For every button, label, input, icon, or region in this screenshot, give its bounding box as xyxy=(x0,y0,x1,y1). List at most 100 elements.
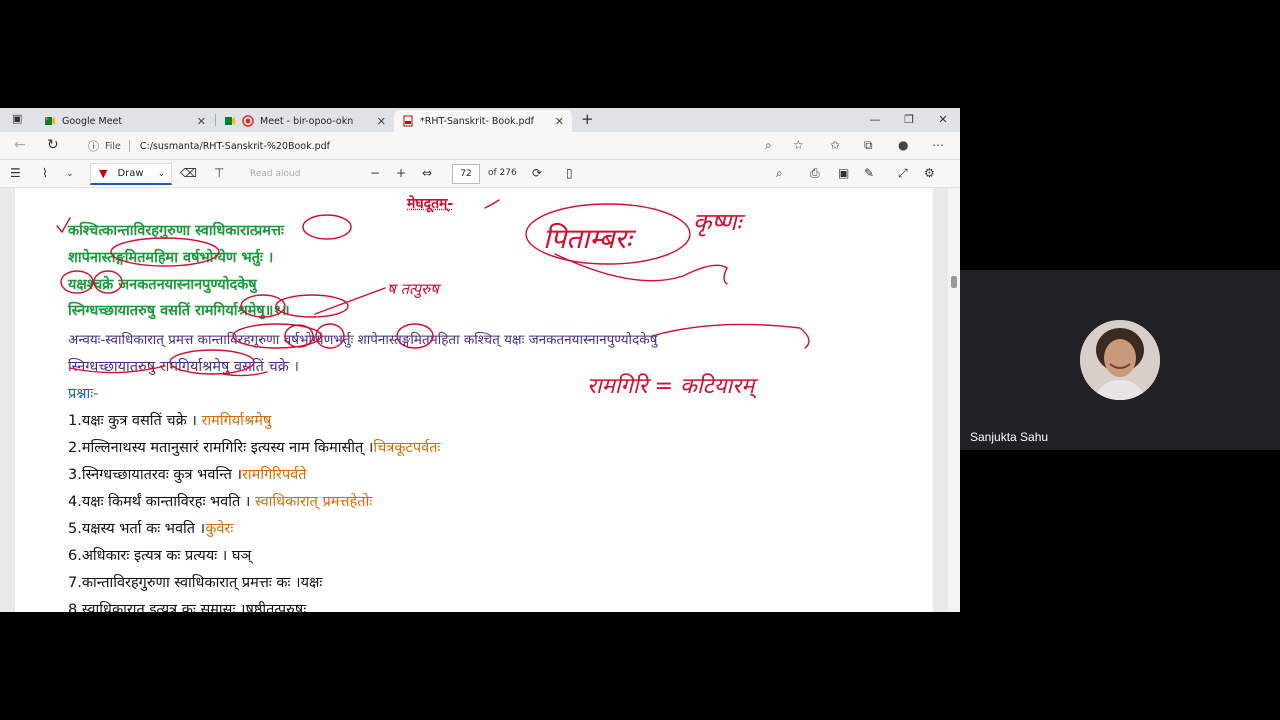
tab-label: Google Meet xyxy=(62,115,123,127)
chevron-down-icon[interactable]: ⌄ xyxy=(66,169,74,179)
draw-label: Draw xyxy=(117,168,144,179)
file-label: File xyxy=(105,140,121,152)
question-text: 8.स्वाधिकारात् इत्यत्र कः समासः ।षष्ठीतत… xyxy=(68,602,307,612)
window-controls: — ❐ ✕ xyxy=(858,108,960,132)
zoom-in-icon[interactable]: + xyxy=(396,166,406,180)
question-item: 2.मल्लिनाथस्य मतानुसारं रामगिरिः इत्यस्य… xyxy=(68,437,440,457)
anvaya-line: स्निग्धच्छायातरुषु रामगिर्याश्रमेषु वसति… xyxy=(68,359,299,375)
google-meet-icon xyxy=(44,115,56,127)
page-number-input[interactable]: 72 xyxy=(452,164,480,184)
handwritten-ramagiri: रामगिरि = कटियारम् xyxy=(587,373,758,399)
close-window-icon[interactable]: ✕ xyxy=(926,108,960,132)
answer-text: रामगिरिपर्वते xyxy=(241,467,307,483)
tab-bar: ▣ Google Meet ✕ Meet - bir-opoo-okn ✕ *R… xyxy=(0,108,960,132)
zoom-out-icon[interactable]: − xyxy=(370,166,380,180)
restore-icon[interactable]: ❐ xyxy=(892,108,926,132)
question-text: 3.स्निग्धच्छायातरवः कुत्र भवन्ति । xyxy=(68,467,242,483)
search-icon[interactable]: ⌕ xyxy=(776,166,783,181)
questions-heading: प्रश्नाः- xyxy=(68,386,99,402)
page-total: of 276 xyxy=(488,168,517,178)
add-favorite-icon[interactable]: ☆ xyxy=(793,138,804,152)
participant-name: Sanjukta Sahu xyxy=(970,430,1049,444)
url-text: C:/susmanta/RHT-Sanskrit-%20Book.pdf xyxy=(139,140,331,152)
verse-line: यक्षश्चक्रे जनकतनयास्नानपुण्योदकेषु xyxy=(68,277,257,293)
read-aloud-button[interactable]: Read aloud xyxy=(250,169,300,179)
more-icon[interactable]: ⋯ xyxy=(932,138,944,152)
close-icon[interactable]: ✕ xyxy=(555,115,564,128)
collections-icon[interactable]: ⧉ xyxy=(864,138,873,153)
new-tab-icon[interactable]: + xyxy=(581,110,594,128)
text-icon[interactable]: ⊤ xyxy=(214,166,224,180)
refresh-icon[interactable]: ↻ xyxy=(47,137,59,153)
question-item: 1.यक्षः कुत्र वसतिं चक्रे । रामगिर्याश्र… xyxy=(68,410,271,430)
avatar xyxy=(1080,320,1160,400)
tab-google-meet[interactable]: Google Meet ✕ xyxy=(36,110,214,132)
tab-actions-icon[interactable]: ▣ xyxy=(12,112,22,125)
eraser-icon[interactable]: ⌫ xyxy=(180,166,197,180)
answer-text: स्वाधिकारात् प्रमत्तहेतोः xyxy=(254,494,373,510)
tab-meet-call[interactable]: Meet - bir-opoo-okn ✕ xyxy=(216,110,394,132)
url-field[interactable]: ⓘ File C:/susmanta/RHT-Sanskrit-%20Book.… xyxy=(82,135,782,157)
handwritten-tatpurusha: ष तत्पुरुष xyxy=(387,280,442,299)
handwritten-pitambara: पिताम्बरः xyxy=(543,222,637,255)
question-item: 6.अधिकारः इत्यत्र कः प्रत्ययः । घञ् xyxy=(68,545,251,565)
settings-icon[interactable]: ⚙ xyxy=(924,166,935,180)
tab-label: *RHT-Sanskrit- Book.pdf xyxy=(420,115,534,127)
back-icon[interactable]: ← xyxy=(14,137,26,153)
question-text: 5.यक्षस्य भर्ता कः भवति । xyxy=(68,521,206,537)
pen-icon: ▼ xyxy=(99,167,108,180)
question-text: 4.यक्षः किमर्थं कान्ताविरहः भवति । xyxy=(68,494,255,510)
vertical-scrollbar[interactable] xyxy=(948,188,960,612)
zoom-icon[interactable]: ⌕ xyxy=(765,138,772,153)
chevron-down-icon[interactable]: ⌄ xyxy=(158,169,166,179)
pdf-icon xyxy=(402,115,414,127)
question-item: 8.स्वाधिकारात् इत्यत्र कः समासः ।षष्ठीतत… xyxy=(68,599,306,612)
close-icon[interactable]: ✕ xyxy=(197,115,206,128)
question-item: 3.स्निग्धच्छायातरवः कुत्र भवन्ति ।रामगिर… xyxy=(68,464,307,484)
fit-page-icon[interactable]: ⇔ xyxy=(422,166,432,180)
answer-text: चित्रकूटपर्वतः xyxy=(373,440,441,456)
rotate-icon[interactable]: ⟳ xyxy=(532,166,542,180)
draw-button[interactable]: ▼ Draw ⌄ xyxy=(90,163,172,185)
favorites-icon[interactable]: ✩ xyxy=(830,138,840,152)
tab-pdf[interactable]: *RHT-Sanskrit- Book.pdf ✕ xyxy=(394,110,572,132)
profile-icon[interactable]: ● xyxy=(898,138,908,152)
minimize-icon[interactable]: — xyxy=(858,108,892,132)
contents-icon[interactable]: ☰ xyxy=(10,166,21,180)
question-text: 7.कान्ताविरहगुरुणा स्वाधिकारात् प्रमत्तः… xyxy=(68,575,323,591)
verse-line: कश्चित्कान्ताविरहगुरुणा स्वाधिकारात्प्रम… xyxy=(68,223,284,239)
scrollbar-thumb[interactable] xyxy=(951,276,957,288)
question-text: 6.अधिकारः इत्यत्र कः प्रत्ययः । घञ् xyxy=(68,548,252,564)
participant-tile[interactable]: Sanjukta Sahu xyxy=(960,270,1280,450)
question-item: 4.यक्षः किमर्थं कान्ताविरहः भवति । स्वाध… xyxy=(68,491,372,511)
page-view-icon[interactable]: ▯ xyxy=(566,166,573,180)
meet-stage: ▣ Google Meet ✕ Meet - bir-opoo-okn ✕ *R… xyxy=(0,0,1280,720)
answer-text: रामगिर्याश्रमेषु xyxy=(201,413,272,429)
address-bar: ← ↻ ⓘ File C:/susmanta/RHT-Sanskrit-%20B… xyxy=(0,132,960,160)
close-icon[interactable]: ✕ xyxy=(377,115,386,128)
anvaya-line: अन्वयः-स्वाधिकारात् प्रमत्त कान्ताविरहगु… xyxy=(68,332,658,348)
url-divider xyxy=(128,140,130,152)
question-text: 1.यक्षः कुत्र वसतिं चक्रे । xyxy=(68,413,202,429)
question-item: 5.यक्षस्य भर्ता कः भवति ।कुवेरः xyxy=(68,518,233,538)
answer-text: कुवेरः xyxy=(205,521,234,537)
highlight-icon[interactable]: ⌇ xyxy=(42,166,48,180)
shared-browser-window: ▣ Google Meet ✕ Meet - bir-opoo-okn ✕ *R… xyxy=(0,108,960,612)
verse-line: शापेनास्तङ्गमितमहिमा वर्षभोग्येण भर्तुः … xyxy=(68,250,274,266)
pdf-viewer: मेघदूतम्- कश्चित्कान्ताविरहगुरुणा स्वाधि… xyxy=(0,188,960,612)
save-icon[interactable]: ▣ xyxy=(838,166,849,180)
info-icon: ⓘ xyxy=(88,140,99,153)
handwritten-krishna: कृष्णः xyxy=(693,208,746,237)
tab-label: Meet - bir-opoo-okn xyxy=(260,115,354,127)
question-item: 7.कान्ताविरहगुरुणा स्वाधिकारात् प्रमत्तः… xyxy=(68,572,322,592)
pdf-page: मेघदूतम्- कश्चित्कान्ताविरहगुरुणा स्वाधि… xyxy=(15,188,933,612)
question-text: 2.मल्लिनाथस्य मतानुसारं रामगिरिः इत्यस्य… xyxy=(68,440,374,456)
recording-icon xyxy=(242,115,254,127)
pdf-toolbar: ☰ ⌇ ⌄ ▼ Draw ⌄ ⌫ ⊤ Read aloud − + ⇔ 72 o… xyxy=(0,160,960,188)
save-as-icon[interactable]: ✎ xyxy=(864,166,874,180)
google-meet-icon xyxy=(224,115,236,127)
print-icon[interactable]: ⎙ xyxy=(810,166,820,181)
fullscreen-icon[interactable]: ⤢ xyxy=(898,166,908,181)
chapter-heading: मेघदूतम्- xyxy=(407,196,454,212)
verse-line: स्निग्धच्छायातरुषु वसतिं रामगिर्याश्रमेष… xyxy=(68,303,290,319)
